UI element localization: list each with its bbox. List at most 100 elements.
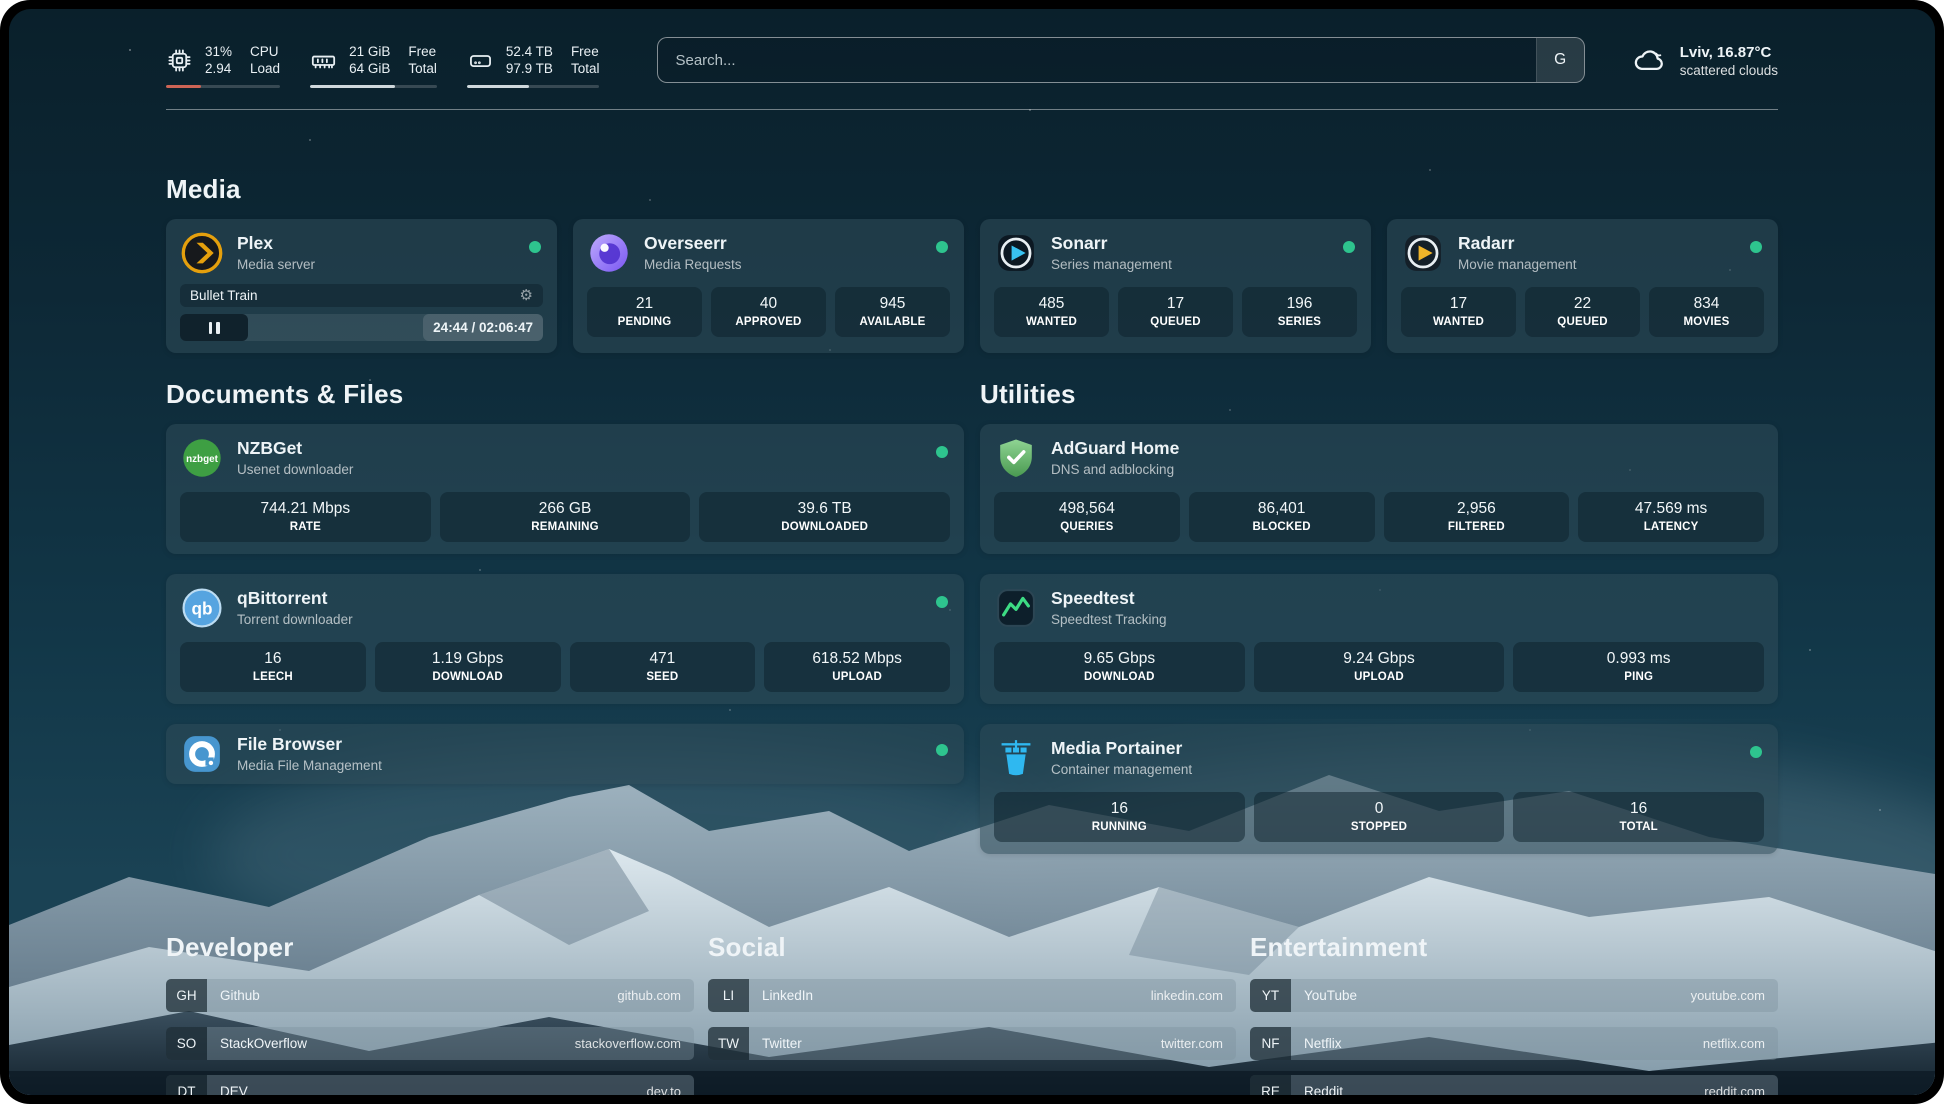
cpu-usage-value: 31% (205, 43, 232, 61)
section-title-media: Media (166, 174, 1778, 205)
bookmark-abbr: NF (1250, 1027, 1291, 1060)
filebrowser-icon (180, 732, 224, 776)
bookmark-reddit[interactable]: RE Reddit reddit.com (1250, 1075, 1778, 1095)
service-card-speedtest[interactable]: Speedtest Speedtest Tracking 9.65 Gbps D… (980, 574, 1778, 704)
media-card-grid: Plex Media server Bullet Train ⚙ 24:44 /… (166, 219, 1778, 353)
disk-free-value: 52.4 TB (506, 43, 553, 61)
stat-label: STOPPED (1258, 821, 1501, 833)
cpu-icon (166, 47, 193, 74)
stat-label: BLOCKED (1193, 521, 1371, 533)
cloud-icon (1631, 43, 1667, 79)
stat-value: 40 (715, 295, 822, 313)
bookmark-github[interactable]: GH Github github.com (166, 979, 694, 1012)
bookmark-url: dev.to (634, 1084, 694, 1095)
service-description: Speedtest Tracking (1051, 611, 1167, 628)
dashboard-screen: 31% 2.94 CPU Load (0, 0, 1944, 1104)
stat-value: 744.21 Mbps (184, 500, 427, 518)
service-card-nzbget[interactable]: nzbget NZBGet Usenet downloader 74 (166, 424, 964, 554)
stat-label: DOWNLOAD (998, 671, 1241, 683)
bookmark-dev[interactable]: DT DEV dev.to (166, 1075, 694, 1095)
bookmark-name: Twitter (749, 1036, 1148, 1051)
memory-free-label: Free (408, 43, 437, 61)
service-name: AdGuard Home (1051, 437, 1179, 459)
stat-tile: 196 SERIES (1242, 287, 1357, 337)
gear-icon[interactable]: ⚙ (520, 288, 533, 303)
stat-tile: 16 LEECH (180, 642, 366, 692)
stat-label: APPROVED (715, 316, 822, 328)
bookmark-abbr: LI (708, 979, 749, 1012)
service-card-qbittorrent[interactable]: qb qBittorrent Torrent downloader (166, 574, 964, 704)
disk-icon (467, 47, 494, 74)
bookmark-netflix[interactable]: NF Netflix netflix.com (1250, 1027, 1778, 1060)
status-dot (529, 241, 541, 253)
sonarr-icon (994, 231, 1038, 275)
disk-free-label: Free (571, 43, 600, 61)
bookmark-youtube[interactable]: YT YouTube youtube.com (1250, 979, 1778, 1012)
memory-free-value: 21 GiB (349, 43, 390, 61)
stat-label: LATENCY (1582, 521, 1760, 533)
status-dot (936, 446, 948, 458)
status-dot (936, 241, 948, 253)
cpu-usage-label: CPU (250, 43, 280, 61)
snow-particles (129, 49, 131, 51)
stat-label: DOWNLOADED (703, 521, 946, 533)
stat-tile: 471 SEED (570, 642, 756, 692)
plex-progress-row: 24:44 / 02:06:47 (180, 314, 543, 341)
stat-tile: 40 APPROVED (711, 287, 826, 337)
bookmark-twitter[interactable]: TW Twitter twitter.com (708, 1027, 1236, 1060)
service-name: Overseerr (644, 232, 742, 254)
two-column-area: Documents & Files nzbget NZBGet (166, 379, 1778, 874)
service-name: Plex (237, 232, 315, 254)
stat-label: RATE (184, 521, 427, 533)
memory-total-value: 64 GiB (349, 60, 390, 78)
cpu-load-value: 2.94 (205, 60, 232, 78)
memory-usage-bar (310, 85, 437, 88)
weather-widget[interactable]: Lviv, 16.87°C scattered clouds (1631, 43, 1778, 80)
search-input[interactable] (658, 38, 1535, 82)
bookmark-name: Github (207, 988, 604, 1003)
service-card-radarr[interactable]: Radarr Movie management 17 WANTED 22 QUE… (1387, 219, 1778, 353)
status-dot (1750, 746, 1762, 758)
stat-value: 9.24 Gbps (1258, 650, 1501, 668)
service-card-overseerr[interactable]: Overseerr Media Requests 21 PENDING 40 A… (573, 219, 964, 353)
service-card-filebrowser[interactable]: File Browser Media File Management (166, 724, 964, 784)
bookmark-name: StackOverflow (207, 1036, 562, 1051)
bookmark-linkedin[interactable]: LI LinkedIn linkedin.com (708, 979, 1236, 1012)
service-card-adguard[interactable]: AdGuard Home DNS and adblocking 498,564 … (980, 424, 1778, 554)
service-description: Series management (1051, 256, 1172, 273)
utilities-column: Utilities (980, 379, 1778, 874)
plex-icon (180, 231, 224, 275)
service-card-plex[interactable]: Plex Media server Bullet Train ⚙ 24:44 /… (166, 219, 557, 353)
bookmark-url: reddit.com (1691, 1084, 1778, 1095)
bookmark-name: Netflix (1291, 1036, 1690, 1051)
stat-label: UPLOAD (768, 671, 946, 683)
stat-value: 196 (1246, 295, 1353, 313)
service-description: Media server (237, 256, 315, 273)
stat-label: QUERIES (998, 521, 1176, 533)
service-description: Torrent downloader (237, 611, 353, 628)
bookmark-group-social: Social LI LinkedIn linkedin.com TW Twitt… (708, 932, 1236, 1075)
stat-value: 485 (998, 295, 1105, 313)
section-title-social: Social (708, 932, 1236, 963)
stat-tile: 17 QUEUED (1118, 287, 1233, 337)
dashboard-content: 31% 2.94 CPU Load (166, 9, 1778, 1095)
bookmark-stackoverflow[interactable]: SO StackOverflow stackoverflow.com (166, 1027, 694, 1060)
radarr-icon (1401, 231, 1445, 275)
service-card-sonarr[interactable]: Sonarr Series management 485 WANTED 17 Q… (980, 219, 1371, 353)
search-provider-button[interactable]: G (1536, 38, 1584, 82)
bookmark-name: LinkedIn (749, 988, 1138, 1003)
stat-value: 834 (1653, 295, 1760, 313)
topbar-divider (166, 109, 1778, 110)
nzbget-logo-text: nzbget (186, 454, 219, 465)
stat-label: RUNNING (998, 821, 1241, 833)
stat-tile: 266 GB REMAINING (440, 492, 691, 542)
stat-value: 2,956 (1388, 500, 1566, 518)
service-card-portainer[interactable]: Media Portainer Container management 16 … (980, 724, 1778, 854)
service-name: Radarr (1458, 232, 1577, 254)
speedtest-icon (994, 586, 1038, 630)
plex-progress-time: 24:44 / 02:06:47 (423, 314, 543, 341)
bookmark-abbr: TW (708, 1027, 749, 1060)
stat-value: 0.993 ms (1517, 650, 1760, 668)
pause-button[interactable] (180, 314, 248, 341)
disk-total-value: 97.9 TB (506, 60, 553, 78)
